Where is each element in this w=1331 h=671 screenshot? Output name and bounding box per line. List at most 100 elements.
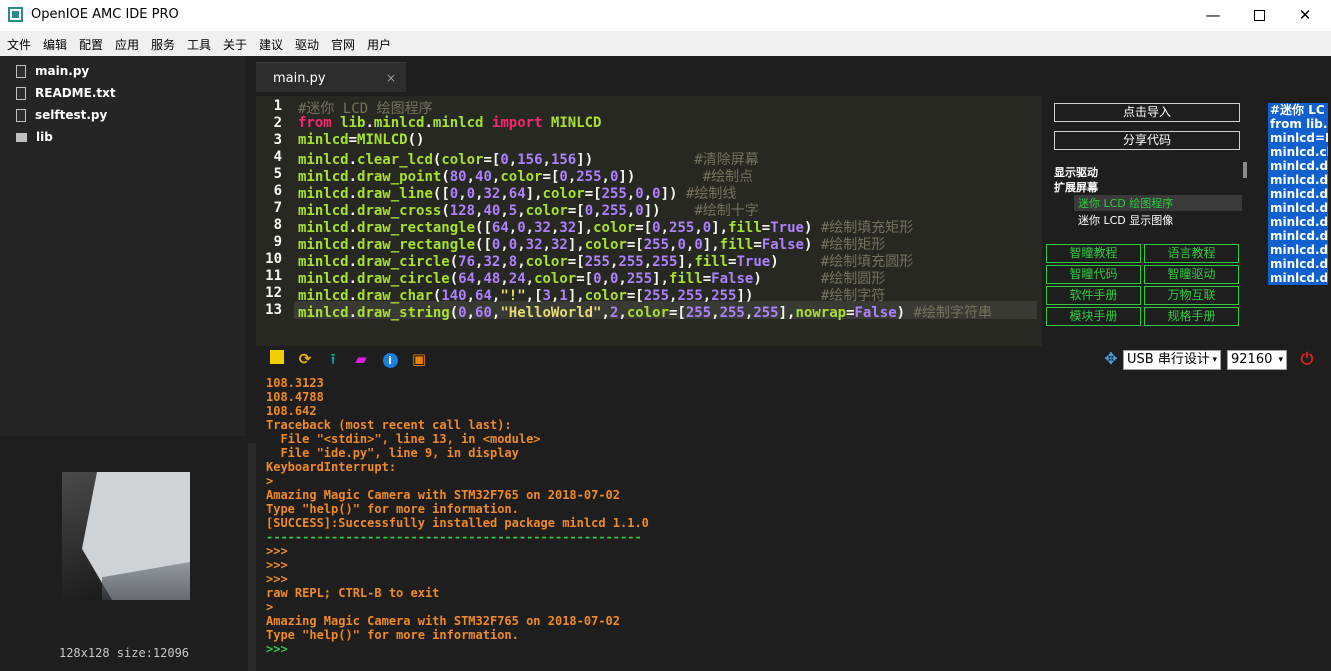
tree-item-lcd-draw[interactable]: 迷你 LCD 绘图程序 [1074,195,1242,211]
snippet-line: #迷你 LC [1270,103,1325,117]
snippet-line: minlcd.dr [1270,229,1328,243]
code-line: minlcd.draw_string(0,60,"HelloWorld",2,c… [298,305,992,321]
line-number: 6 [273,183,282,199]
pane-splitter[interactable] [248,443,256,671]
code-editor[interactable]: 1 #迷你 LCD 绘图程序 2 from lib.minlcd.minlcd imp… [256,96,1042,380]
snippet-selection: #迷你 LCfrom lib.mminlcd=Mminlcd.cl minlcd.… [1268,103,1328,285]
folder-item-lib[interactable]: lib [16,130,53,150]
line-number: 7 [273,200,282,216]
file-item-main-py[interactable]: main.py [16,64,89,84]
link-language-tutorial[interactable]: 语言教程 [1144,244,1239,263]
tree-header-extension-screen[interactable]: 扩展屏幕 [1054,179,1098,195]
app-logo-icon [8,7,23,22]
menu-edit[interactable]: 编辑 [43,36,67,53]
preview-info: 128x128 size:12096 [58,646,190,660]
console-line: > [266,474,274,488]
menu-bar: 文件 编辑 配置 应用 服务 工具 关于 建议 驱动 官网 用户 [0,31,1331,56]
line-number: 9 [273,234,282,250]
open-folder-icon[interactable]: ▰ [352,350,370,368]
file-icon [16,109,26,122]
info-icon[interactable]: i [381,350,399,368]
link-zhitong-driver[interactable]: 智瞳驱动 [1144,265,1239,284]
menu-apps[interactable]: 应用 [115,36,139,53]
console-line: >>> [266,572,288,586]
snippet-line: minlcd.dr [1270,173,1328,187]
window-title: OpenIOE AMC IDE PRO [31,7,179,22]
line-number: 12 [265,285,282,301]
link-module-manual[interactable]: 模块手册 [1046,307,1141,326]
upload-icon[interactable]: ⭱ [324,350,342,368]
console-line: File "<stdin>", line 13, in <module> [266,432,541,446]
reload-icon[interactable]: ⟳ [296,350,314,368]
connect-icon[interactable]: ✥ [1102,350,1120,368]
snippet-line: minlcd.dr [1270,187,1328,201]
console-line: >>> [266,642,288,656]
chevron-down-icon: ▾ [1278,355,1283,365]
stop-icon[interactable] [268,350,286,368]
console-line: Amazing Magic Camera with STM32F765 on 2… [266,614,621,628]
console-line: raw REPL; CTRL-B to exit [266,586,440,600]
menu-service[interactable]: 服务 [151,36,175,53]
title-bar: OpenIOE AMC IDE PRO — ✕ [0,0,1331,31]
power-icon[interactable]: ⏻ [1298,350,1316,368]
file-name: selftest.py [35,108,108,122]
tree-scrollbar[interactable] [1243,162,1247,178]
minimize-button[interactable]: — [1190,0,1236,31]
snippet-line: minlcd.dr [1270,201,1328,215]
file-icon [16,87,26,100]
maximize-button[interactable] [1236,0,1282,31]
console-line: > [266,600,274,614]
line-number: 10 [265,251,282,267]
snippet-line: minlcd=M [1270,131,1328,145]
snippet-line: from lib.m [1270,117,1328,131]
line-number: 1 [273,98,282,114]
chevron-down-icon: ▾ [1212,355,1217,365]
menu-about[interactable]: 关于 [223,36,247,53]
file-tree: main.py README.txt selftest.py lib [0,56,245,436]
tree-item-lcd-image[interactable]: 迷你 LCD 显示图像 [1078,212,1173,228]
tab-main-py[interactable]: main.py × [256,62,406,92]
console-line: Type "help()" for more information. [266,628,519,642]
console-line: KeyboardInterrupt: [266,460,397,474]
line-number: 11 [265,268,282,284]
file-icon [16,65,26,78]
console-line: ----------------------------------------… [266,530,642,544]
menu-user[interactable]: 用户 [367,36,391,53]
console-line: Traceback (most recent call last): [266,418,512,432]
console-line: File "ide.py", line 9, in display [266,446,519,460]
line-number: 3 [273,132,282,148]
file-item-selftest[interactable]: selftest.py [16,108,107,128]
menu-tools[interactable]: 工具 [187,36,211,53]
import-button[interactable]: 点击导入 [1054,103,1240,122]
menu-suggest[interactable]: 建议 [259,36,283,53]
menu-drivers[interactable]: 驱动 [295,36,319,53]
serial-console[interactable]: 108.3123 108.4788 108.642 Traceback (most r… [256,374,1331,671]
snippet-line: minlcd.cl [1270,145,1328,159]
folder-name: lib [36,130,53,144]
file-name: README.txt [35,86,116,100]
link-iot[interactable]: 万物互联 [1144,286,1239,305]
line-number: 8 [273,217,282,233]
chip-icon[interactable]: ▣ [410,350,428,368]
console-line: 108.4788 [266,390,324,404]
baud-rate-value: 92160 [1231,352,1273,367]
tab-close-icon[interactable]: × [386,71,396,85]
link-spec-manual[interactable]: 规格手册 [1144,307,1239,326]
console-line: [SUCCESS]:Successfully installed package… [266,516,649,530]
baud-rate-select[interactable]: 92160 ▾ [1227,350,1287,370]
menu-file[interactable]: 文件 [7,36,31,53]
link-zhitong-tutorial[interactable]: 智瞳教程 [1046,244,1141,263]
link-software-manual[interactable]: 软件手册 [1046,286,1141,305]
menu-website[interactable]: 官网 [331,36,355,53]
tree-header-display-driver[interactable]: 显示驱动 [1054,164,1098,180]
link-zhitong-code[interactable]: 智瞳代码 [1046,265,1141,284]
serial-port-select[interactable]: USB 串行设计 ▾ [1123,350,1221,370]
workspace: main.py README.txt selftest.py lib 128x1… [0,56,1331,671]
file-item-readme[interactable]: README.txt [16,86,116,106]
line-number: 2 [273,115,282,131]
menu-config[interactable]: 配置 [79,36,103,53]
share-code-button[interactable]: 分享代码 [1054,131,1240,150]
console-toolbar: ⟳ ⭱ ▰ i ▣ ✥ USB 串行设计 ▾ 92160 ▾ ⏻ [256,346,1331,374]
snippet-line: minlcd.dr [1270,271,1328,285]
close-button[interactable]: ✕ [1282,0,1328,31]
